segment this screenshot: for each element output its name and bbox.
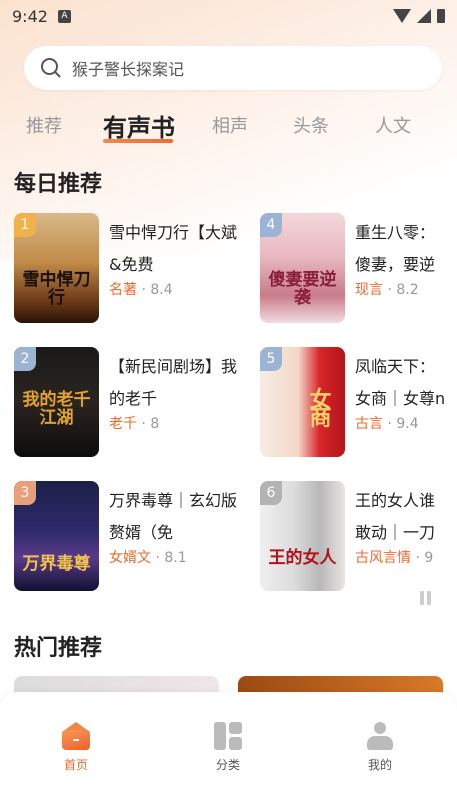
book-rating: 8.1 (164, 550, 187, 566)
rank-badge: 2 (14, 347, 36, 371)
rank-badge: 4 (260, 213, 282, 237)
book-category: 名著 (109, 282, 137, 298)
status-bar: 9:42 A (0, 0, 457, 32)
book-rating: 9 (424, 550, 434, 566)
book-card[interactable]: 万界毒尊 3 万界毒尊｜玄幻版赘婿（免 女婿文 · 8.1 (14, 481, 244, 591)
book-title: 【新民间剧场】我的老千 (109, 357, 238, 408)
cover-title-text: 我的老千江湖 (22, 390, 91, 428)
active-tab-indicator (103, 139, 173, 143)
book-meta: 女婿文 · 8.1 (109, 550, 187, 566)
book-title: 万界毒尊｜玄幻版赘婿（免 (109, 491, 238, 542)
book-meta: 古言 · 9.4 (355, 416, 419, 432)
book-category: 现言 (355, 282, 383, 298)
book-meta: 名著 · 8.4 (109, 282, 173, 298)
tab-humanities[interactable]: 人文 (375, 112, 411, 138)
notification-a-icon: A (57, 9, 71, 23)
pause-icon[interactable] (420, 591, 431, 605)
book-rating: 8 (150, 416, 160, 432)
nav-home-label: 首页 (63, 758, 88, 772)
book-card[interactable]: 雪中悍刀行 1 雪中悍刀行【大斌&免费 名著 · 8.4 (14, 213, 244, 323)
book-meta: 老千 · 8 (109, 416, 160, 432)
cover-title-text: 傻妻要逆袭 (268, 270, 337, 308)
search-bar[interactable]: 猴子警长探案记 (24, 46, 442, 90)
hot-section-title: 热门推荐 (14, 636, 103, 661)
book-rating: 8.2 (396, 282, 419, 298)
search-input[interactable]: 猴子警长探案记 (72, 56, 184, 80)
book-category: 女婿文 (109, 550, 151, 566)
rank-badge: 6 (260, 481, 282, 505)
cell-signal-icon (417, 9, 431, 23)
book-cover[interactable]: 女商 5 (260, 347, 345, 457)
nav-profile[interactable]: 我的 (340, 722, 420, 773)
book-cover[interactable]: 万界毒尊 3 (14, 481, 99, 591)
book-cover[interactable]: 傻妻要逆袭 4 (260, 213, 345, 323)
book-card[interactable]: 傻妻要逆袭 4 重生八零：傻妻，要逆袭 现言 · 8.2 (260, 213, 445, 323)
tab-audiobook[interactable]: 有声书 (103, 108, 175, 143)
book-cover[interactable]: 王的女人 6 (260, 481, 345, 591)
profile-icon (366, 722, 394, 750)
book-category: 老千 (109, 416, 137, 432)
bottom-navigation: 首页 分类 我的 (0, 692, 457, 812)
tab-crosstalk[interactable]: 相声 (212, 112, 248, 138)
nav-profile-label: 我的 (367, 758, 392, 772)
book-title: 凤临天下：女商｜女尊np (355, 357, 445, 408)
nav-home[interactable]: 首页 (36, 722, 116, 773)
wifi-icon (393, 9, 411, 23)
nav-category[interactable]: 分类 (188, 722, 268, 773)
book-card[interactable]: 女商 5 凤临天下：女商｜女尊np 古言 · 9.4 (260, 347, 445, 457)
rank-badge: 3 (14, 481, 36, 505)
book-meta: 古风言情 · 9 (355, 550, 434, 566)
rank-badge: 1 (14, 213, 36, 237)
home-icon (62, 722, 90, 750)
nav-category-label: 分类 (215, 758, 240, 772)
book-meta: 现言 · 8.2 (355, 282, 419, 298)
tab-recommend[interactable]: 推荐 (26, 112, 62, 138)
cover-title-text: 女商 (309, 387, 332, 431)
book-category: 古风言情 (355, 550, 411, 566)
category-tabs: 推荐 有声书 相声 头条 人文 (0, 108, 457, 148)
book-card[interactable]: 王的女人 6 王的女人谁敢动｜一刀苏宫 古风言情 · 9 (260, 481, 445, 591)
book-rating: 8.4 (150, 282, 173, 298)
book-category: 古言 (355, 416, 383, 432)
book-title: 重生八零：傻妻，要逆袭 (355, 223, 436, 274)
book-card[interactable]: 我的老千江湖 2 【新民间剧场】我的老千 老千 · 8 (14, 347, 244, 457)
book-cover[interactable]: 雪中悍刀行 1 (14, 213, 99, 323)
daily-section-title: 每日推荐 (14, 172, 103, 197)
category-icon (214, 722, 242, 750)
battery-icon (437, 9, 445, 23)
search-icon (40, 57, 62, 79)
book-title: 雪中悍刀行【大斌&免费 (109, 223, 238, 274)
cover-title-text: 雪中悍刀行 (22, 270, 91, 308)
book-title: 王的女人谁敢动｜一刀苏宫 (355, 491, 436, 542)
cover-title-text: 万界毒尊 (22, 554, 91, 574)
book-cover[interactable]: 我的老千江湖 2 (14, 347, 99, 457)
book-rating: 9.4 (396, 416, 419, 432)
rank-badge: 5 (260, 347, 282, 371)
tab-headlines[interactable]: 头条 (293, 112, 329, 138)
cover-title-text: 王的女人 (268, 548, 337, 568)
status-time: 9:42 (12, 6, 48, 26)
